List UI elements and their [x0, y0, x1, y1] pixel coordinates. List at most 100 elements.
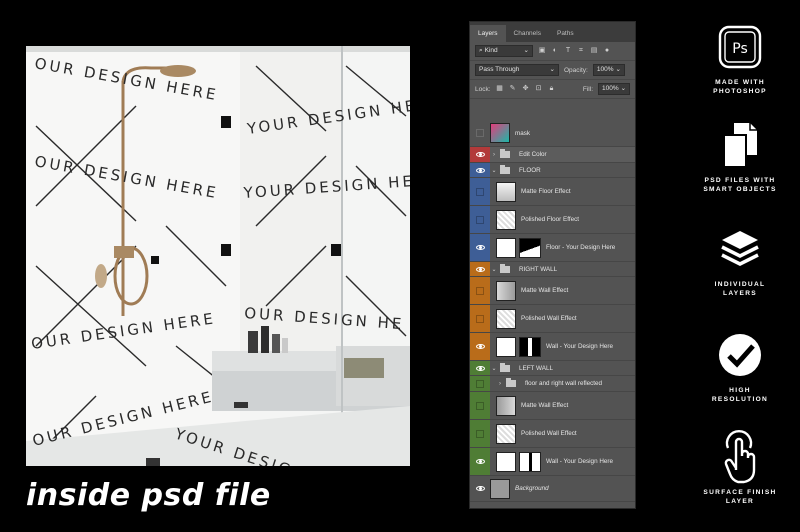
eye-icon: [475, 167, 485, 173]
filter-toggle-icon[interactable]: ●: [603, 47, 611, 55]
layer-name: Matte Wall Effect: [521, 402, 569, 409]
opacity-label: Opacity:: [564, 66, 588, 74]
visibility-toggle[interactable]: [470, 277, 490, 304]
visibility-toggle[interactable]: [470, 448, 490, 475]
visibility-toggle[interactable]: [470, 206, 490, 233]
visibility-toggle[interactable]: [470, 234, 490, 261]
visibility-toggle[interactable]: [470, 333, 490, 360]
layer-group-row[interactable]: › floor and right wall reflected: [470, 376, 635, 392]
layer-name: LEFT WALL: [519, 364, 553, 372]
layer-row[interactable]: Background: [470, 476, 635, 502]
visibility-toggle[interactable]: [470, 376, 490, 391]
blend-mode-select[interactable]: Pass Through ⌄: [475, 64, 559, 76]
layer-row[interactable]: Floor - Your Design Here: [470, 234, 635, 262]
feature-smart-objects: PSD FILES WITH SMART OBJECTS: [680, 118, 800, 194]
visibility-toggle[interactable]: [470, 420, 490, 447]
opacity-field[interactable]: 100% ⌄: [592, 64, 625, 76]
layer-row[interactable]: Polished Floor Effect: [470, 206, 635, 234]
layer-mask-thumbnail: [519, 451, 541, 472]
chevron-down-icon[interactable]: ⌄: [490, 365, 498, 372]
eye-icon: [475, 266, 485, 272]
layer-row[interactable]: Polished Wall Effect: [470, 305, 635, 333]
layer-name: Wall - Your Design Here: [546, 458, 613, 465]
eye-icon: [475, 459, 485, 464]
files-icon: [713, 118, 767, 172]
layer-row[interactable]: Polished Wall Effect: [470, 420, 635, 448]
layer-name: RIGHT WALL: [519, 265, 558, 273]
layer-mask-thumbnail: [519, 237, 541, 258]
layer-name: Polished Wall Effect: [521, 430, 577, 437]
feature-label: PHOTOSHOP: [713, 88, 767, 95]
layer-thumbnail: [496, 181, 516, 202]
layer-group-row[interactable]: › Edit Color: [470, 147, 635, 163]
visibility-toggle[interactable]: [470, 305, 490, 332]
visibility-toggle[interactable]: [470, 262, 490, 276]
layer-row[interactable]: Wall - Your Design Here: [470, 448, 635, 476]
chevron-down-icon[interactable]: ⌄: [490, 167, 498, 174]
visibility-toggle[interactable]: [470, 163, 490, 177]
feature-label: SMART OBJECTS: [703, 186, 777, 193]
eye-icon: [475, 486, 485, 491]
layers-icon: [713, 222, 767, 276]
filter-kind-select[interactable]: ⌕ Kind ⌄: [475, 45, 533, 57]
layer-group-row[interactable]: ⌄ FLOOR: [470, 163, 635, 178]
smart-object-thumbnail: [496, 451, 516, 472]
feature-label: INDIVIDUAL: [714, 281, 766, 288]
feature-label: MADE WITH: [715, 79, 765, 86]
layer-name: FLOOR: [519, 166, 541, 174]
visibility-toggle[interactable]: [470, 178, 490, 205]
layer-row[interactable]: Matte Wall Effect: [470, 392, 635, 420]
layers-panel: Layers Channels Paths ⌕ Kind ⌄ ▣ ◐ T ⌗ ▤…: [469, 21, 636, 509]
visibility-toggle[interactable]: [470, 476, 490, 501]
eye-icon: [475, 245, 485, 250]
chevron-down-icon: ⌄: [523, 47, 529, 54]
lock-row: Lock: ▦ ✎ ✥ ⊡ 🔒︎ Fill: 100% ⌄: [470, 80, 635, 99]
visibility-toggle[interactable]: [470, 361, 490, 375]
layer-group-row[interactable]: ⌄ LEFT WALL: [470, 361, 635, 376]
layer-row[interactable]: Matte Floor Effect: [470, 178, 635, 206]
layer-name: Polished Floor Effect: [521, 216, 579, 223]
tab-layers[interactable]: Layers: [470, 25, 506, 42]
layer-name: floor and right wall reflected: [525, 380, 603, 387]
tab-channels[interactable]: Channels: [506, 25, 549, 42]
lock-all-icon[interactable]: 🔒︎: [548, 85, 556, 93]
lock-move-icon[interactable]: ✥: [522, 85, 530, 93]
bathroom-scene: OUR DESIGN HERE OUR DESIGN HERE OUR DESI…: [26, 46, 410, 466]
features-column: Ps MADE WITH PHOTOSHOP PSD FILES WITH SM…: [680, 0, 800, 532]
fill-value: 100%: [602, 85, 619, 92]
lock-paint-icon[interactable]: ✎: [509, 85, 517, 93]
visibility-toggle[interactable]: [470, 147, 490, 162]
layer-name: Wall - Your Design Here: [546, 343, 613, 350]
type-filter-icon[interactable]: T: [564, 47, 572, 55]
eye-icon: [475, 344, 485, 349]
folder-icon: [506, 378, 516, 387]
layer-group-row[interactable]: ⌄ RIGHT WALL: [470, 262, 635, 277]
adjustment-filter-icon[interactable]: ◐: [551, 47, 559, 55]
visibility-toggle[interactable]: [470, 392, 490, 419]
layer-row[interactable]: mask: [470, 120, 635, 147]
lock-artboard-icon[interactable]: ⊡: [535, 85, 543, 93]
layer-thumbnail: [496, 308, 516, 329]
shape-filter-icon[interactable]: ⌗: [577, 47, 585, 55]
chevron-down-icon[interactable]: ⌄: [490, 266, 498, 273]
tab-paths[interactable]: Paths: [549, 25, 582, 42]
layer-name: Polished Wall Effect: [521, 315, 577, 322]
fill-field[interactable]: 100% ⌄: [598, 83, 630, 95]
chevron-down-icon: ⌄: [549, 66, 555, 73]
smart-object-filter-icon[interactable]: ▤: [590, 47, 598, 55]
chevron-right-icon[interactable]: ›: [496, 381, 504, 387]
lock-transparent-icon[interactable]: ▦: [496, 85, 504, 93]
photoshop-icon: Ps: [713, 20, 767, 74]
fill-label: Fill:: [582, 85, 593, 93]
blend-mode-value: Pass Through: [479, 66, 520, 73]
chevron-down-icon: ⌄: [620, 85, 627, 92]
feature-surface-finish: SURFACE FINISH LAYER: [680, 430, 800, 506]
image-filter-icon[interactable]: ▣: [538, 47, 546, 55]
folder-icon: [500, 164, 510, 174]
lock-label: Lock:: [475, 85, 491, 93]
layer-row[interactable]: Matte Wall Effect: [470, 277, 635, 305]
visibility-toggle[interactable]: [470, 120, 490, 146]
layer-row[interactable]: Wall - Your Design Here: [470, 333, 635, 361]
layer-thumbnail: [496, 395, 516, 416]
chevron-right-icon[interactable]: ›: [490, 152, 498, 158]
